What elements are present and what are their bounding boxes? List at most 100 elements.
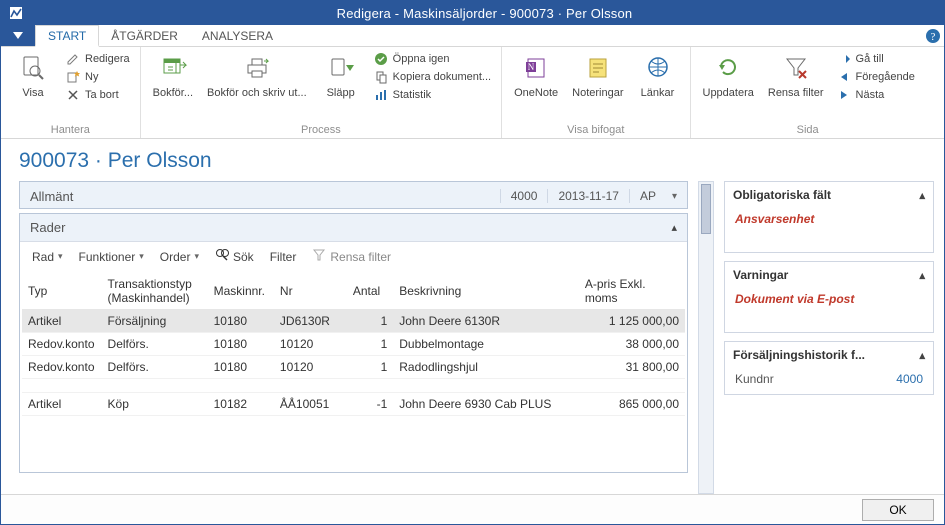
goto-arrow-icon <box>836 51 852 67</box>
notes-icon <box>581 53 615 83</box>
help-button[interactable]: ? <box>922 25 944 46</box>
cell-apris: 865 000,00 <box>579 393 685 416</box>
cell-apris: 31 800,00 <box>579 356 685 379</box>
table-row[interactable] <box>22 379 685 393</box>
lines-rad-label: Rad <box>32 250 54 264</box>
panel-varningar-head[interactable]: Varningar <box>725 262 933 288</box>
release-arrow-icon <box>324 53 358 83</box>
nasta-label: Nästa <box>856 89 885 101</box>
post-icon <box>156 53 190 83</box>
slapp-button[interactable]: Släpp <box>317 51 365 101</box>
lines-sok-button[interactable]: Sök <box>215 248 254 265</box>
scrollbar-left-area[interactable] <box>698 181 714 494</box>
noteringar-button[interactable]: Noteringar <box>568 51 627 101</box>
col-beskrivning[interactable]: Beskrivning <box>393 273 579 310</box>
fasttab-allmant[interactable]: Allmänt 4000 2013-11-17 AP <box>19 181 688 209</box>
pencil-icon <box>65 51 81 67</box>
lines-rad-menu[interactable]: Rad ▾ <box>32 250 63 264</box>
ribbon-group-process: Bokför... Bokför och skriv ut... Släpp Ö… <box>141 47 502 138</box>
uppdatera-button[interactable]: Uppdatera <box>699 51 758 101</box>
tab-analyze[interactable]: ANALYSERA <box>190 25 285 46</box>
bokfor-button[interactable]: Bokför... <box>149 51 197 101</box>
foregaende-button[interactable]: Föregående <box>834 69 917 85</box>
cell-antal: -1 <box>347 393 393 416</box>
funnel-icon <box>312 248 326 265</box>
fasttab-rader: Rader Rad ▾ Funktioner ▾ Order ▾ Sök <box>19 213 688 473</box>
file-menu-button[interactable] <box>1 25 35 46</box>
allmant-field-1: 4000 <box>500 189 548 203</box>
stats-icon <box>373 87 389 103</box>
cell-maskinnr: 10182 <box>208 393 274 416</box>
triangle-right-icon <box>836 87 852 103</box>
col-apris[interactable]: A-pris Exkl. moms <box>579 273 685 310</box>
obligatoriska-line: Ansvarsenhet <box>735 212 814 226</box>
table-row[interactable]: Redov.kontoDelförs.10180101201Radodlings… <box>22 356 685 379</box>
varningar-line: Dokument via E-post <box>735 292 854 306</box>
cell-trans: Delförs. <box>102 333 208 356</box>
nasta-button[interactable]: Nästa <box>834 87 917 103</box>
lankar-button[interactable]: Länkar <box>634 51 682 101</box>
new-star-icon <box>65 69 81 85</box>
lines-funktioner-label: Funktioner <box>79 250 136 264</box>
ny-button[interactable]: Ny <box>63 69 132 85</box>
cell-antal: 1 <box>347 356 393 379</box>
table-row[interactable]: ArtikelKöp10182ÅÅ10051-1John Deere 6930 … <box>22 393 685 416</box>
redigera-button[interactable]: Redigera <box>63 51 132 67</box>
lines-rensa-filter-button[interactable]: Rensa filter <box>312 248 391 265</box>
scrollbar-thumb[interactable] <box>701 184 711 234</box>
onenote-button[interactable]: N OneNote <box>510 51 562 101</box>
gatill-button[interactable]: Gå till <box>834 51 917 67</box>
col-trans[interactable]: Transaktionstyp (Maskinhandel) <box>102 273 208 310</box>
cell-typ: Redov.konto <box>22 356 102 379</box>
panel-varningar: Varningar Dokument via E-post <box>724 261 934 333</box>
lines-order-menu[interactable]: Order ▾ <box>160 250 199 264</box>
cell-apris: 1 125 000,00 <box>579 310 685 333</box>
cell-maskinnr: 10180 <box>208 356 274 379</box>
col-antal[interactable]: Antal <box>347 273 393 310</box>
triangle-left-icon <box>836 69 852 85</box>
visa-button[interactable]: Visa <box>9 51 57 101</box>
foregaende-label: Föregående <box>856 71 915 83</box>
window-title: Redigera - Maskinsäljorder - 900073 · Pe… <box>31 6 938 21</box>
cell-typ: Artikel <box>22 393 102 416</box>
fasttab-rader-header[interactable]: Rader <box>20 214 687 242</box>
lines-sok-label: Sök <box>233 250 254 264</box>
funnel-clear-icon <box>779 53 813 83</box>
cell-besk: John Deere 6930 Cab PLUS <box>393 393 579 416</box>
chevron-down-icon <box>666 190 677 202</box>
col-typ[interactable]: Typ <box>22 273 102 310</box>
ribbon: Visa Redigera Ny Ta bort <box>1 47 944 139</box>
cell-nr: 10120 <box>274 333 347 356</box>
onenote-icon: N <box>519 53 553 83</box>
bokfor-skriv-button[interactable]: Bokför och skriv ut... <box>203 51 311 101</box>
ribbon-group-sida: Uppdatera Rensa filter Gå till Föregåend… <box>691 47 925 138</box>
lines-table: Typ Transaktionstyp (Maskinhandel) Maski… <box>22 273 685 416</box>
lines-filter-button[interactable]: Filter <box>270 250 297 264</box>
table-row[interactable]: Redov.kontoDelförs.10180101201Dubbelmont… <box>22 333 685 356</box>
search-icon <box>215 248 229 265</box>
lines-funktioner-menu[interactable]: Funktioner ▾ <box>79 250 144 264</box>
kopiera-dokument-button[interactable]: Kopiera dokument... <box>371 69 493 85</box>
tabort-button[interactable]: Ta bort <box>63 87 132 103</box>
ok-button[interactable]: OK <box>862 499 934 521</box>
group-caption-process: Process <box>149 122 493 138</box>
tab-start[interactable]: START <box>35 25 99 47</box>
cell-nr: ÅÅ10051 <box>274 393 347 416</box>
table-row[interactable]: ArtikelFörsäljning10180JD6130R1John Deer… <box>22 310 685 333</box>
rensa-filter-label: Rensa filter <box>768 87 824 99</box>
statistik-label: Statistik <box>393 89 432 101</box>
col-nr[interactable]: Nr <box>274 273 347 310</box>
panel-obligatoriska: Obligatoriska fält Ansvarsenhet <box>724 181 934 253</box>
col-maskinnr[interactable]: Maskinnr. <box>208 273 274 310</box>
statistik-button[interactable]: Statistik <box>371 87 493 103</box>
svg-text:N: N <box>528 62 535 72</box>
tab-actions[interactable]: ÅTGÄRDER <box>99 25 190 46</box>
tab-start-label: START <box>48 29 86 43</box>
cell-trans: Försäljning <box>102 310 208 333</box>
oppna-igen-button[interactable]: Öppna igen <box>371 51 493 67</box>
panel-obligatoriska-head[interactable]: Obligatoriska fält <box>725 182 933 208</box>
rensa-filter-button[interactable]: Rensa filter <box>764 51 828 101</box>
panel-historik-head[interactable]: Försäljningshistorik f... <box>725 342 933 368</box>
historik-link[interactable]: 4000 <box>896 372 923 386</box>
fasttab-allmant-label: Allmänt <box>30 189 73 204</box>
